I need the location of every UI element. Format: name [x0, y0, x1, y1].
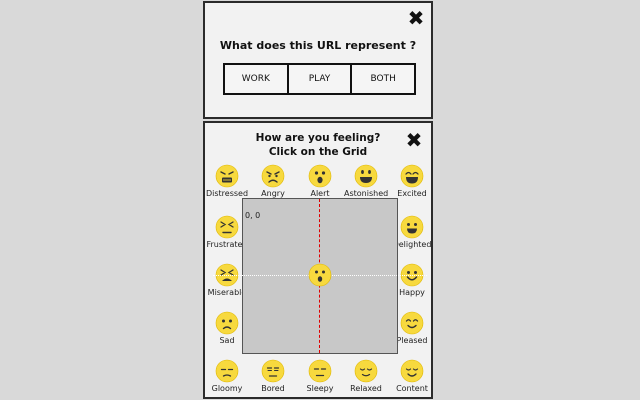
close-icon[interactable]: ✖ — [407, 8, 425, 28]
play-button[interactable]: PLAY — [289, 65, 353, 93]
mood-panel: ✖ How are you feeling? Click on the Grid… — [203, 121, 433, 399]
emotion-label: Angry — [261, 189, 285, 198]
emotion-label: Bored — [261, 384, 285, 393]
emotion-alert[interactable]: Alert — [298, 164, 342, 198]
emotion-label: Sleepy — [306, 384, 334, 393]
emotion-angry[interactable]: Angry — [251, 164, 295, 198]
emotion-content[interactable]: Content — [390, 359, 434, 393]
astonished-face-icon — [354, 164, 378, 188]
choice-button-group: WORK PLAY BOTH — [223, 63, 416, 95]
gloomy-face-icon — [215, 359, 239, 383]
mood-title-line2: Click on the Grid — [268, 146, 368, 158]
relaxed-face-icon — [354, 359, 378, 383]
pleased-face-icon — [400, 311, 424, 335]
emotion-label: Astonished — [344, 189, 389, 198]
bored-face-icon — [261, 359, 285, 383]
grid-origin-label: 0, 0 — [245, 211, 261, 220]
emotion-bored[interactable]: Bored — [251, 359, 295, 393]
emotion-gloomy[interactable]: Gloomy — [205, 359, 249, 393]
emotion-label: Content — [396, 384, 428, 393]
sad-face-icon — [215, 311, 239, 335]
emotion-astonished[interactable]: Astonished — [344, 164, 388, 198]
emotion-label: Excited — [397, 189, 427, 198]
mood-marker-face-icon[interactable] — [308, 263, 332, 287]
mood-grid[interactable]: 0, 0 — [213, 198, 427, 354]
mood-title: How are you feeling? Click on the Grid — [205, 131, 431, 159]
both-button[interactable]: BOTH — [352, 65, 414, 93]
emotion-sleepy[interactable]: Sleepy — [298, 359, 342, 393]
frustrated-face-icon — [215, 215, 239, 239]
content-face-icon — [400, 359, 424, 383]
emotion-relaxed[interactable]: Relaxed — [344, 359, 388, 393]
distressed-face-icon — [215, 164, 239, 188]
angry-face-icon — [261, 164, 285, 188]
emotion-label: Relaxed — [350, 384, 382, 393]
alert-face-icon — [308, 164, 332, 188]
work-button[interactable]: WORK — [225, 65, 289, 93]
sleepy-face-icon — [308, 359, 332, 383]
emotion-label: Gloomy — [211, 384, 243, 393]
emotion-excited[interactable]: Excited — [390, 164, 434, 198]
emotion-distressed[interactable]: Distressed — [205, 164, 249, 198]
url-question: What does this URL represent ? — [219, 39, 417, 52]
delighted-face-icon — [400, 215, 424, 239]
url-classification-panel: ✖ What does this URL represent ? WORK PL… — [203, 1, 433, 119]
emotion-label: Distressed — [205, 189, 249, 198]
excited-face-icon — [400, 164, 424, 188]
mood-title-line1: How are you feeling? — [255, 132, 381, 144]
emotion-label: Alert — [310, 189, 330, 198]
